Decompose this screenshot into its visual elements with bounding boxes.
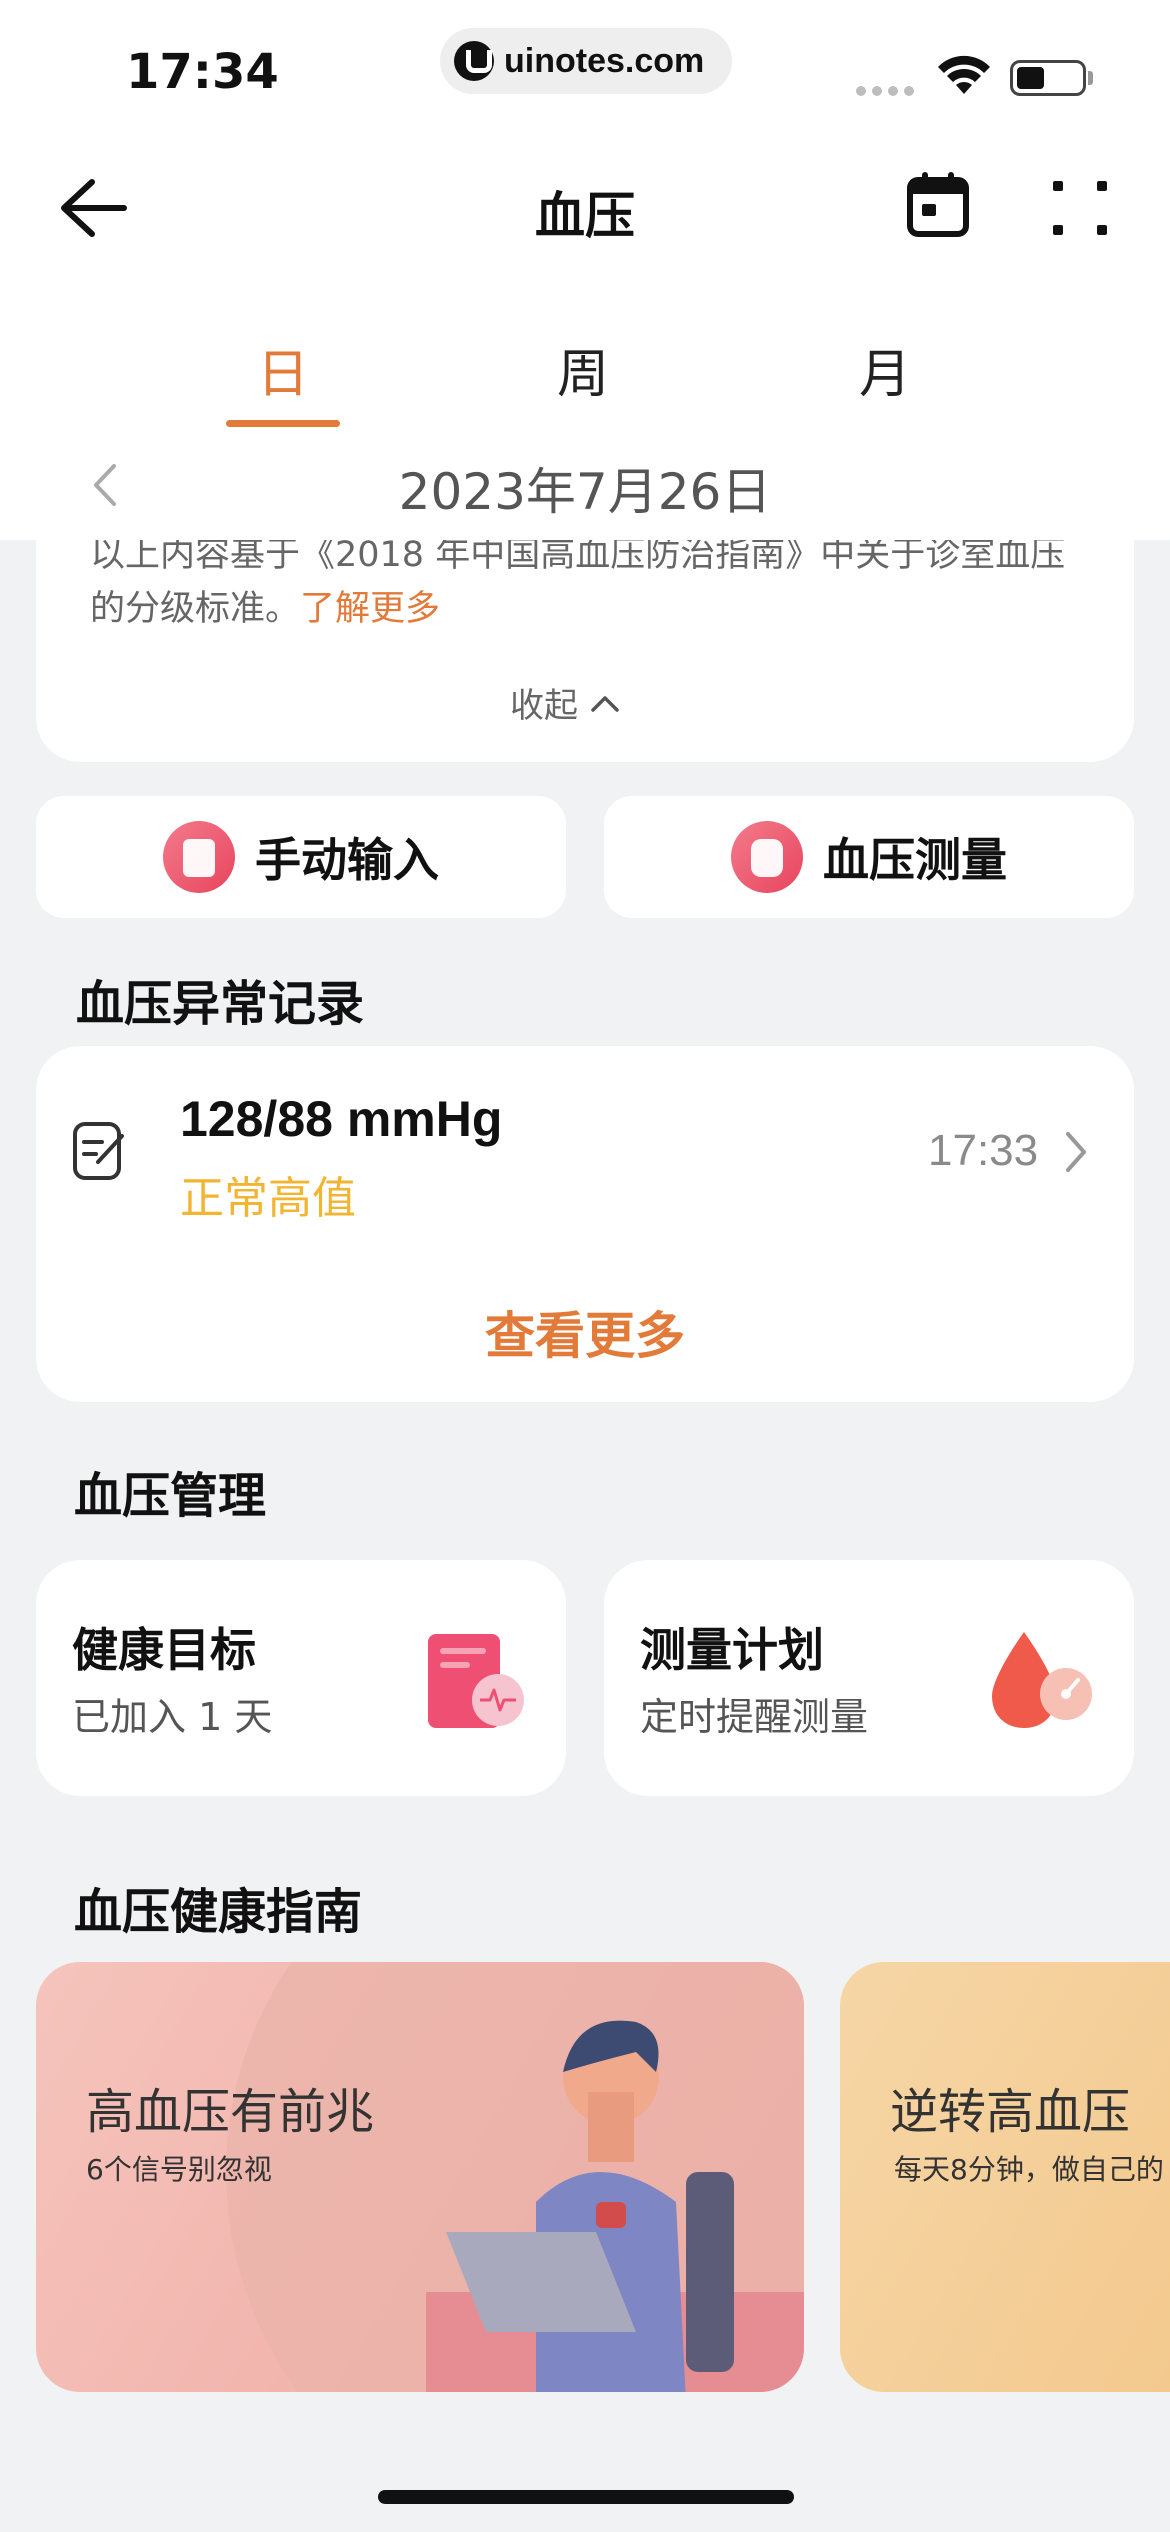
measure-plan-title: 测量计划: [640, 1623, 824, 1677]
collapse-button[interactable]: 收起: [510, 678, 620, 727]
abnormal-section-title: 血压异常记录: [76, 976, 365, 1032]
site-logo-icon: [454, 41, 494, 81]
battery-cap: [1088, 71, 1093, 85]
tab-month[interactable]: 月: [825, 332, 945, 407]
wifi-icon: [938, 55, 990, 94]
date-label: 2023年7月26日: [398, 463, 772, 521]
edit-icon: [163, 821, 235, 893]
status-time-overlay: 17:34: [126, 44, 279, 100]
measure-plan-sub: 定时提醒测量: [640, 1695, 869, 1739]
record-time: 17:33: [928, 1126, 1039, 1175]
previous-date-icon[interactable]: [90, 460, 120, 510]
guide-card-1-sub: 6个信号别忽视: [86, 2153, 272, 2186]
device-icon: [731, 821, 803, 893]
battery-icon: [1010, 60, 1086, 96]
more-grid-icon[interactable]: [1050, 178, 1110, 238]
learn-more-link[interactable]: 了解更多: [300, 589, 440, 629]
chevron-up-icon: [591, 695, 619, 712]
url-pill-overlay[interactable]: uinotes.com: [440, 28, 732, 94]
manual-input-label: 手动输入: [255, 833, 439, 887]
url-text: uinotes.com: [504, 41, 705, 80]
health-goal-title: 健康目标: [72, 1623, 256, 1677]
guide-card-1-title: 高血压有前兆: [86, 2084, 375, 2140]
tab-day[interactable]: 日: [223, 332, 343, 407]
management-section-title: 血压管理: [74, 1468, 267, 1524]
note-edit-icon: [73, 1122, 124, 1180]
home-indicator[interactable]: [378, 2490, 794, 2504]
info-description: 以上内容基于《2018 年中国高血压防治指南》中关于诊室血压的分级标准。: [90, 535, 1066, 629]
blood-drop-icon: [992, 1632, 1092, 1728]
guide-card-1[interactable]: 高血压有前兆 6个信号别忽视: [36, 1962, 804, 2392]
cellular-signal-icon: [856, 86, 914, 96]
bp-measure-label: 血压测量: [823, 833, 1007, 887]
record-status: 正常高值: [180, 1173, 356, 1224]
bp-measure-button[interactable]: 血压测量: [604, 796, 1134, 918]
record-value[interactable]: 128/88 mmHg: [180, 1090, 502, 1148]
health-goal-sub: 已加入 1 天: [72, 1695, 273, 1739]
see-more-button[interactable]: 查看更多: [36, 1296, 1134, 1368]
collapse-label: 收起: [510, 686, 578, 726]
guide-section-title: 血压健康指南: [74, 1884, 363, 1940]
guide-card-2-title: 逆转高血压: [890, 2084, 1131, 2140]
guide-card-2[interactable]: 逆转高血压 每天8分钟，做自己的: [840, 1962, 1170, 2392]
back-arrow-icon[interactable]: [56, 176, 128, 240]
calendar-icon[interactable]: [906, 170, 970, 238]
health-report-icon: [428, 1634, 524, 1728]
page-title: 血压: [535, 187, 635, 245]
guide-card-2-sub: 每天8分钟，做自己的: [894, 2153, 1164, 2186]
chevron-right-icon[interactable]: [1062, 1130, 1090, 1174]
active-tab-indicator: [226, 420, 340, 427]
tab-week[interactable]: 周: [523, 332, 643, 407]
manual-input-button[interactable]: 手动输入: [36, 796, 566, 918]
info-text: 以上内容基于《2018 年中国高血压防治指南》中关于诊室血压的分级标准。了解更多: [90, 528, 1070, 636]
